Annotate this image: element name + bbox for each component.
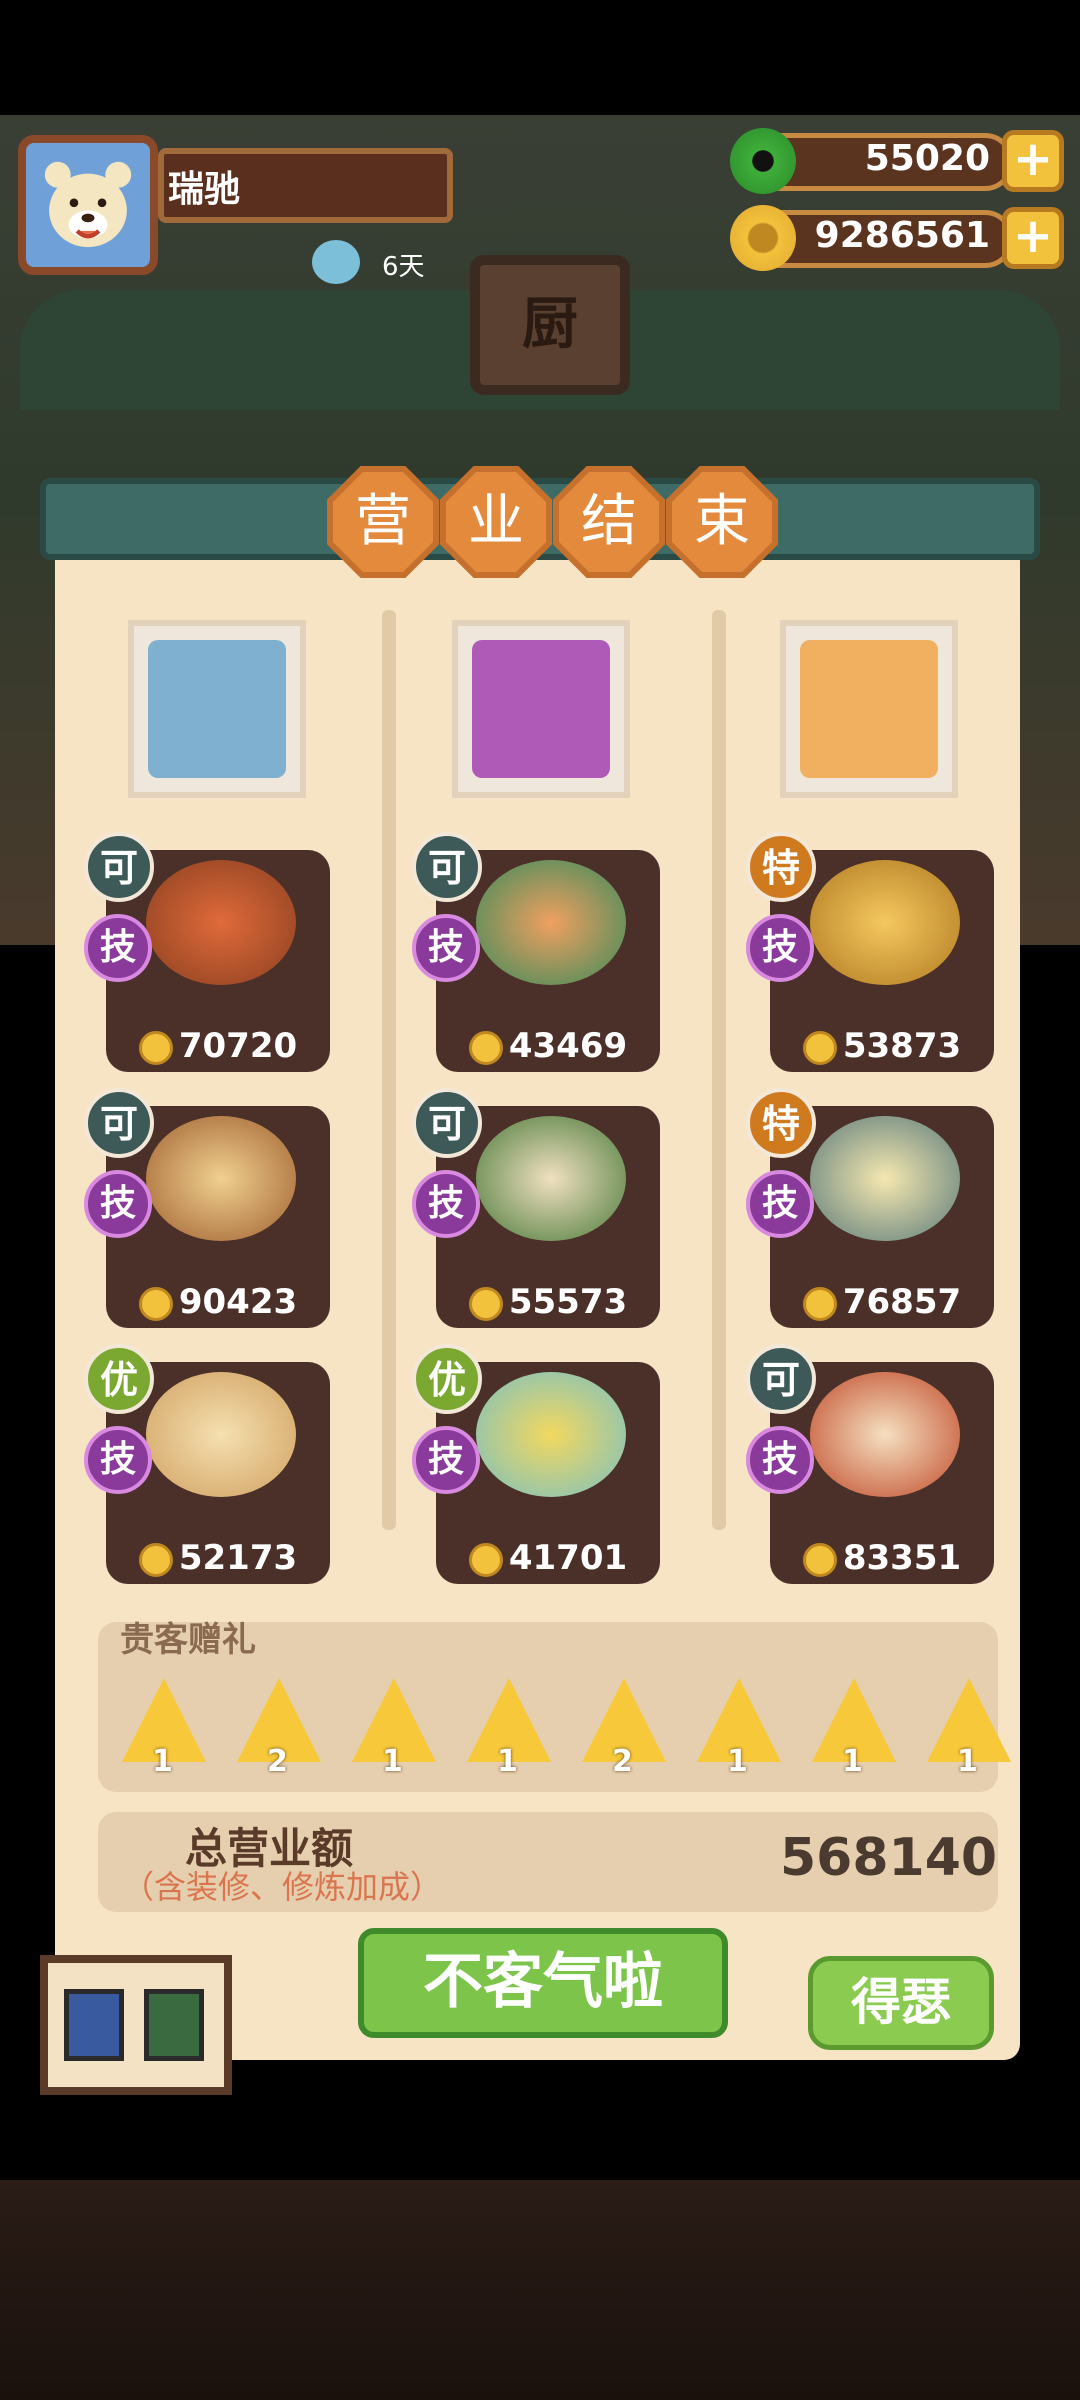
dish-price: 43469 <box>508 1026 628 1066</box>
total-revenue-sublabel: （含装修、修炼加成） <box>122 1868 443 1906</box>
kitchen-sign-char: 厨 <box>522 292 578 357</box>
dish-image <box>476 860 626 985</box>
chef-portrait-2[interactable] <box>452 620 630 798</box>
gift-count: 1 <box>727 1744 748 1779</box>
add-coins-button[interactable]: + <box>1002 207 1064 269</box>
dish-price: 53873 <box>842 1026 962 1066</box>
dish-image <box>476 1116 626 1241</box>
jade-amount: 55020 <box>864 138 990 179</box>
coin-icon <box>468 1542 503 1577</box>
grade-badge: 可 <box>84 1088 154 1158</box>
coin-icon <box>802 1542 837 1577</box>
coin-amount: 9286561 <box>814 215 990 256</box>
coin-icon <box>802 1286 837 1321</box>
gift-count: 2 <box>267 1744 288 1779</box>
grade-badge: 特 <box>746 832 816 902</box>
skill-badge: 技 <box>412 914 480 982</box>
dish-price: 41701 <box>508 1538 628 1578</box>
dish-price: 83351 <box>842 1538 962 1578</box>
dish-image <box>146 1116 296 1241</box>
skill-badge: 技 <box>84 914 152 982</box>
add-jade-button[interactable]: + <box>1002 130 1064 192</box>
days-icon <box>312 240 360 284</box>
gift-count: 1 <box>957 1744 978 1779</box>
total-revenue-value: 568140 <box>780 1828 998 1888</box>
grade-badge: 可 <box>412 832 482 902</box>
gift-count: 1 <box>842 1744 863 1779</box>
mini-button-blue[interactable] <box>64 1989 124 2061</box>
mini-button-green[interactable] <box>144 1989 204 2061</box>
chef-portrait-3[interactable] <box>780 620 958 798</box>
skill-badge: 技 <box>746 1426 814 1494</box>
dish-price: 52173 <box>178 1538 298 1578</box>
coin-icon <box>138 1286 173 1321</box>
kitchen-sign: 厨 <box>470 255 630 395</box>
dish-price: 70720 <box>178 1026 298 1066</box>
days-count: 6天 <box>382 252 425 282</box>
dish-image <box>810 860 960 985</box>
mini-panel <box>40 1955 232 2095</box>
skill-badge: 技 <box>746 914 814 982</box>
dish-price: 90423 <box>178 1282 298 1322</box>
grade-badge: 可 <box>412 1088 482 1158</box>
bear-avatar-icon <box>44 161 132 248</box>
grade-badge: 可 <box>746 1344 816 1414</box>
column-divider <box>712 610 726 1530</box>
dish-image <box>146 860 296 985</box>
jade-icon <box>730 128 796 194</box>
coin-icon <box>468 1286 503 1321</box>
grade-badge: 优 <box>84 1344 154 1414</box>
floor <box>0 2180 1080 2400</box>
skill-badge: 技 <box>84 1170 152 1238</box>
dish-image <box>146 1372 296 1497</box>
column-divider <box>382 610 396 1530</box>
coin-icon <box>730 205 796 271</box>
dish-price: 55573 <box>508 1282 628 1322</box>
grade-badge: 优 <box>412 1344 482 1414</box>
player-name: 瑞驰 <box>168 169 241 210</box>
coin-icon <box>802 1030 837 1065</box>
grade-badge: 特 <box>746 1088 816 1158</box>
vip-gift-title: 贵客赠礼 <box>120 1620 256 1660</box>
dish-image <box>476 1372 626 1497</box>
dish-image <box>810 1116 960 1241</box>
confirm-button[interactable]: 不客气啦 <box>358 1928 728 2038</box>
gift-count: 1 <box>497 1744 518 1779</box>
skill-badge: 技 <box>746 1170 814 1238</box>
dish-price: 76857 <box>842 1282 962 1322</box>
skill-badge: 技 <box>412 1426 480 1494</box>
chef-portrait-1[interactable] <box>128 620 306 798</box>
gift-count: 1 <box>152 1744 173 1779</box>
skill-badge: 技 <box>412 1170 480 1238</box>
gift-count: 2 <box>612 1744 633 1779</box>
coin-icon <box>138 1030 173 1065</box>
coin-icon <box>138 1542 173 1577</box>
skill-badge: 技 <box>84 1426 152 1494</box>
dish-image <box>810 1372 960 1497</box>
grade-badge: 可 <box>84 832 154 902</box>
show-off-button[interactable]: 得瑟 <box>808 1956 994 2050</box>
coin-icon <box>468 1030 503 1065</box>
gift-count: 1 <box>382 1744 403 1779</box>
